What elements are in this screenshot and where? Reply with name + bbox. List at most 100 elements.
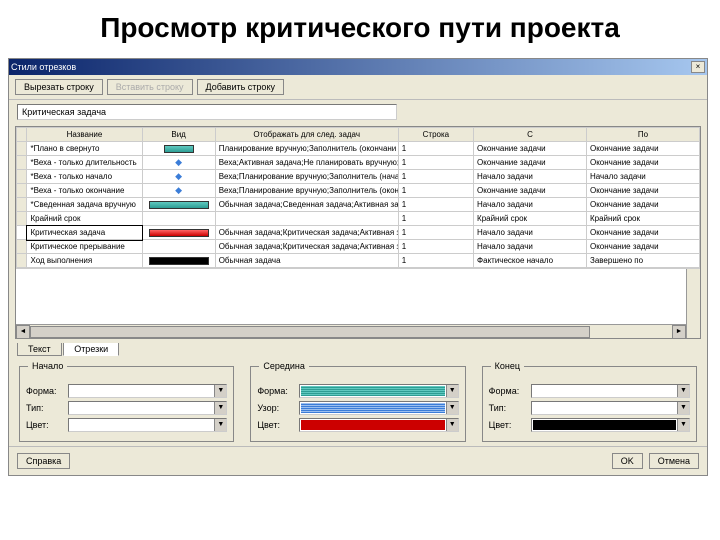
cell-look[interactable]: ◆	[142, 184, 215, 198]
middle-pattern-combo[interactable]: ▼	[299, 401, 458, 415]
col-show[interactable]: Отображать для след. задач	[215, 128, 398, 142]
cell-to[interactable]: Начало задачи	[586, 170, 699, 184]
table-row[interactable]: *Веха - только окончание◆Веха;Планирован…	[17, 184, 700, 198]
row-header[interactable]	[17, 170, 27, 184]
chevron-down-icon[interactable]: ▼	[677, 385, 689, 397]
styles-grid[interactable]: Название Вид Отображать для след. задач …	[15, 126, 701, 339]
row-header[interactable]	[17, 142, 27, 156]
cell-from[interactable]: Начало задачи	[474, 226, 587, 240]
cell-from[interactable]: Окончание задачи	[474, 184, 587, 198]
table-row[interactable]: *Веха - только начало◆Веха;Планирование …	[17, 170, 700, 184]
table-row[interactable]: Крайний срок1Крайний срокКрайний срок	[17, 212, 700, 226]
chevron-down-icon[interactable]: ▼	[214, 402, 226, 414]
cell-to[interactable]: Окончание задачи	[586, 198, 699, 212]
help-button[interactable]: Справка	[17, 453, 70, 469]
col-look[interactable]: Вид	[142, 128, 215, 142]
cell-row[interactable]: 1	[398, 226, 473, 240]
start-type-combo[interactable]: ▼	[68, 401, 227, 415]
cell-to[interactable]: Окончание задачи	[586, 156, 699, 170]
cell-look[interactable]: ◆	[142, 170, 215, 184]
cell-look[interactable]	[142, 142, 215, 156]
cell-name[interactable]: *Плано в свернуто	[27, 142, 142, 156]
table-row[interactable]: Критическое прерывание Обычная задача;Кри…	[17, 240, 700, 254]
cell-show[interactable]: Веха;Планирование вручную;Заполнитель (н…	[215, 170, 398, 184]
row-header[interactable]	[17, 254, 27, 268]
cell-show[interactable]: Веха;Активная задача;Не планировать вруч…	[215, 156, 398, 170]
cell-from[interactable]: Начало задачи	[474, 170, 587, 184]
row-header[interactable]	[17, 226, 27, 240]
cell-name[interactable]: *Веха - только длительность	[27, 156, 142, 170]
cell-look[interactable]	[142, 226, 215, 240]
cell-from[interactable]: Окончание задачи	[474, 142, 587, 156]
table-row[interactable]: *Веха - только длительность◆Веха;Активна…	[17, 156, 700, 170]
cell-from[interactable]: Фактическое начало	[474, 254, 587, 268]
chevron-down-icon[interactable]: ▼	[446, 385, 458, 397]
cut-row-button[interactable]: Вырезать строку	[15, 79, 103, 95]
cell-look[interactable]	[142, 212, 215, 226]
row-header[interactable]	[17, 198, 27, 212]
end-color-combo[interactable]: ▼	[531, 418, 690, 432]
cell-row[interactable]: 1	[398, 240, 473, 254]
chevron-down-icon[interactable]: ▼	[446, 419, 458, 431]
cell-from[interactable]: Начало задачи	[474, 240, 587, 254]
chevron-down-icon[interactable]: ▼	[446, 402, 458, 414]
cancel-button[interactable]: Отмена	[649, 453, 699, 469]
cell-show[interactable]: Обычная задача;Критическая задача;Активн…	[215, 240, 398, 254]
cell-name[interactable]: Критическая задача	[27, 226, 142, 240]
middle-form-combo[interactable]: ▼	[299, 384, 458, 398]
cell-name[interactable]: Ход выполнения	[27, 254, 142, 268]
end-type-combo[interactable]: ▼	[531, 401, 690, 415]
cell-show[interactable]: Планирование вручную;Заполнитель (оконча…	[215, 142, 398, 156]
item-name-input[interactable]	[17, 104, 397, 120]
cell-to[interactable]: Завершено по	[586, 254, 699, 268]
chevron-down-icon[interactable]: ▼	[677, 419, 689, 431]
scroll-thumb[interactable]	[30, 326, 590, 338]
add-row-button[interactable]: Добавить строку	[197, 79, 284, 95]
cell-name[interactable]: Крайний срок	[27, 212, 142, 226]
cell-row[interactable]: 1	[398, 198, 473, 212]
cell-show[interactable]	[215, 212, 398, 226]
cell-row[interactable]: 1	[398, 184, 473, 198]
cell-from[interactable]: Крайний срок	[474, 212, 587, 226]
cell-show[interactable]: Обычная задача	[215, 254, 398, 268]
cell-look[interactable]	[142, 254, 215, 268]
cell-name[interactable]: *Веха - только окончание	[27, 184, 142, 198]
cell-show[interactable]: Веха;Планирование вручную;Заполнитель (о…	[215, 184, 398, 198]
col-to[interactable]: По	[586, 128, 699, 142]
horizontal-scrollbar[interactable]: ◄ ►	[16, 324, 686, 338]
col-from[interactable]: С	[474, 128, 587, 142]
cell-to[interactable]: Крайний срок	[586, 212, 699, 226]
col-name[interactable]: Название	[27, 128, 142, 142]
table-row[interactable]: *Плано в свернуто Планирование вручную;За…	[17, 142, 700, 156]
cell-name[interactable]: *Веха - только начало	[27, 170, 142, 184]
start-form-combo[interactable]: ▼	[68, 384, 227, 398]
tab-bars[interactable]: Отрезки	[63, 343, 119, 356]
cell-name[interactable]: Критическое прерывание	[27, 240, 142, 254]
cell-to[interactable]: Окончание задачи	[586, 226, 699, 240]
tab-text[interactable]: Текст	[17, 343, 62, 356]
cell-to[interactable]: Окончание задачи	[586, 184, 699, 198]
row-header[interactable]	[17, 184, 27, 198]
vertical-scrollbar[interactable]	[686, 269, 700, 338]
cell-from[interactable]: Окончание задачи	[474, 156, 587, 170]
start-color-combo[interactable]: ▼	[68, 418, 227, 432]
chevron-down-icon[interactable]: ▼	[677, 402, 689, 414]
end-form-combo[interactable]: ▼	[531, 384, 690, 398]
cell-row[interactable]: 1	[398, 142, 473, 156]
row-header[interactable]	[17, 240, 27, 254]
cell-row[interactable]: 1	[398, 156, 473, 170]
middle-color-combo[interactable]: ▼	[299, 418, 458, 432]
cell-look[interactable]	[142, 240, 215, 254]
close-icon[interactable]: ×	[691, 61, 705, 73]
table-row[interactable]: Ход выполненияОбычная задача1Фактическое…	[17, 254, 700, 268]
row-header[interactable]	[17, 156, 27, 170]
cell-row[interactable]: 1	[398, 212, 473, 226]
col-row[interactable]: Строка	[398, 128, 473, 142]
table-row[interactable]: Критическая задачаОбычная задача;Критиче…	[17, 226, 700, 240]
table-row[interactable]: *Сведенная задача вручнуюОбычная задача;…	[17, 198, 700, 212]
cell-from[interactable]: Начало задачи	[474, 198, 587, 212]
cell-row[interactable]: 1	[398, 170, 473, 184]
chevron-down-icon[interactable]: ▼	[214, 419, 226, 431]
cell-show[interactable]: Обычная задача;Сведенная задача;Активная…	[215, 198, 398, 212]
row-header[interactable]	[17, 212, 27, 226]
